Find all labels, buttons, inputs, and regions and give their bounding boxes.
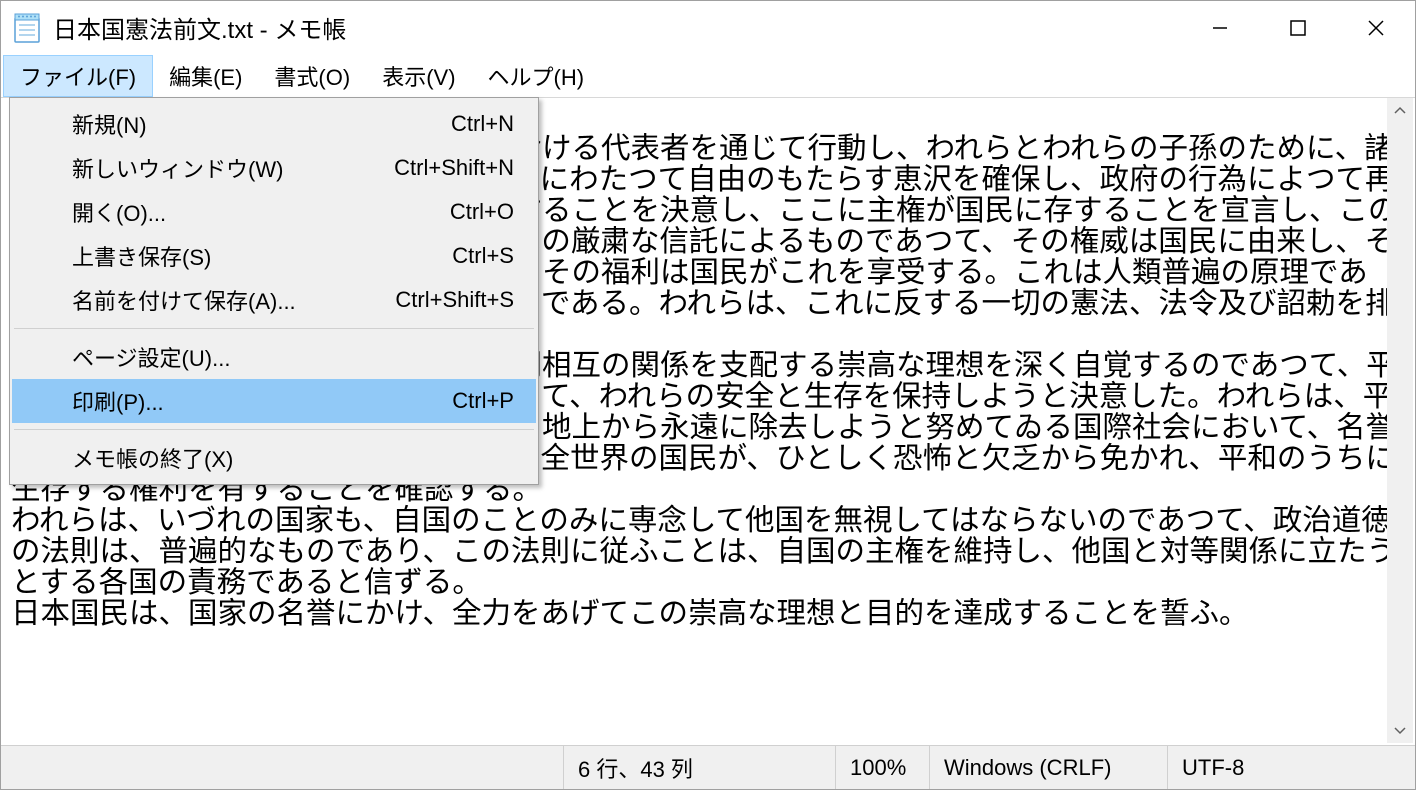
file-save-as[interactable]: 名前を付けて保存(A)... Ctrl+Shift+S: [12, 278, 536, 322]
file-new-window-shortcut: Ctrl+Shift+N: [394, 155, 514, 181]
status-empty: [1, 746, 563, 789]
file-print[interactable]: 印刷(P)... Ctrl+P: [12, 379, 536, 423]
file-save-label: 上書き保存(S): [72, 240, 452, 272]
file-save-as-label: 名前を付けて保存(A)...: [72, 284, 395, 316]
dropdown-separator: [14, 429, 534, 430]
statusbar: 6 行、43 列 100% Windows (CRLF) UTF-8: [1, 745, 1415, 789]
menubar: ファイル(F) 編集(E) 書式(O) 表示(V) ヘルプ(H): [1, 55, 1415, 97]
status-position: 6 行、43 列: [563, 746, 835, 789]
menu-help[interactable]: ヘルプ(H): [472, 55, 601, 97]
file-new-window[interactable]: 新しいウィンドウ(W) Ctrl+Shift+N: [12, 146, 536, 190]
menu-edit[interactable]: 編集(E): [153, 55, 258, 97]
file-new-shortcut: Ctrl+N: [451, 111, 514, 137]
window-title: 日本国憲法前文.txt - メモ帳: [53, 10, 1181, 45]
close-button[interactable]: [1337, 1, 1415, 55]
file-page-setup[interactable]: ページ設定(U)...: [12, 335, 536, 379]
dropdown-separator: [14, 328, 534, 329]
file-exit-label: メモ帳の終了(X): [72, 442, 514, 474]
file-open[interactable]: 開く(O)... Ctrl+O: [12, 190, 536, 234]
file-exit[interactable]: メモ帳の終了(X): [12, 436, 536, 480]
vertical-scrollbar[interactable]: [1387, 98, 1413, 743]
status-zoom: 100%: [835, 746, 929, 789]
scroll-down-arrow-icon[interactable]: [1387, 717, 1413, 743]
file-save[interactable]: 上書き保存(S) Ctrl+S: [12, 234, 536, 278]
menu-format[interactable]: 書式(O): [258, 55, 366, 97]
file-open-shortcut: Ctrl+O: [450, 199, 514, 225]
status-encoding: UTF-8: [1167, 746, 1415, 789]
notepad-icon: [13, 14, 41, 42]
status-eol: Windows (CRLF): [929, 746, 1167, 789]
file-print-shortcut: Ctrl+P: [452, 388, 514, 414]
file-print-label: 印刷(P)...: [72, 385, 452, 417]
maximize-button[interactable]: [1259, 1, 1337, 55]
menu-file[interactable]: ファイル(F): [3, 55, 153, 97]
file-page-setup-label: ページ設定(U)...: [72, 341, 514, 373]
minimize-button[interactable]: [1181, 1, 1259, 55]
file-new-label: 新規(N): [72, 108, 451, 140]
file-new[interactable]: 新規(N) Ctrl+N: [12, 102, 536, 146]
file-save-shortcut: Ctrl+S: [452, 243, 514, 269]
file-dropdown: 新規(N) Ctrl+N 新しいウィンドウ(W) Ctrl+Shift+N 開く…: [9, 97, 539, 485]
window-controls: [1181, 1, 1415, 54]
file-open-label: 開く(O)...: [72, 196, 450, 228]
file-save-as-shortcut: Ctrl+Shift+S: [395, 287, 514, 313]
titlebar: 日本国憲法前文.txt - メモ帳: [1, 1, 1415, 55]
menu-view[interactable]: 表示(V): [366, 55, 471, 97]
scroll-up-arrow-icon[interactable]: [1387, 98, 1413, 124]
file-new-window-label: 新しいウィンドウ(W): [72, 152, 394, 184]
app-window: 日本国憲法前文.txt - メモ帳 ファイル(F) 編集(E) 書式(O) 表示…: [0, 0, 1416, 790]
